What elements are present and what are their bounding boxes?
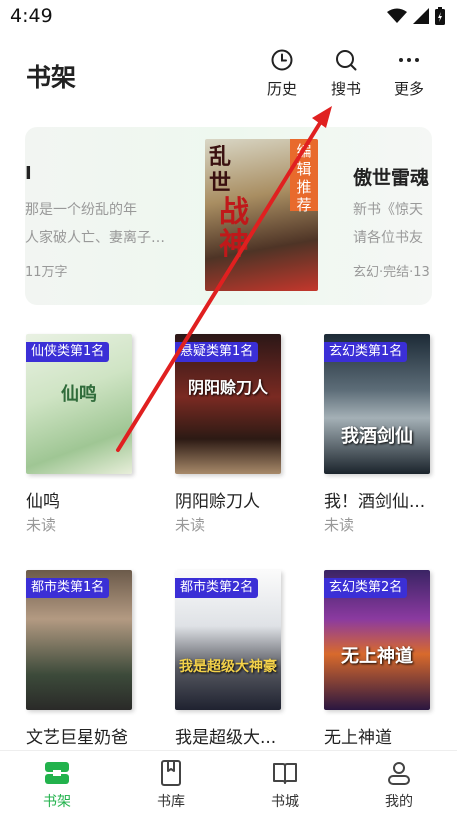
nav-bookcity[interactable]: 书城 bbox=[250, 759, 320, 811]
banner-left-book[interactable]: I 那是一个纷乱的年 人家破人亡、妻离子… 11万字 bbox=[25, 127, 185, 305]
status-time: 4:49 bbox=[10, 5, 53, 27]
banner-cover-title-top: 乱世 bbox=[209, 145, 232, 196]
banner-book-cover[interactable]: 乱世 战神 编辑推荐 bbox=[205, 139, 318, 291]
library-icon bbox=[161, 760, 181, 786]
nav-library-label: 书库 bbox=[157, 794, 185, 810]
banner-right-title: 傲世雷魂 bbox=[353, 167, 430, 189]
banner-right-desc-2: 请各位书友 bbox=[353, 230, 423, 246]
book-title: 文艺巨星奶爸 bbox=[26, 728, 128, 748]
editor-recommend-badge: 编辑推荐 bbox=[290, 139, 318, 214]
book-cover[interactable]: 仙侠类第1名 仙鸣 bbox=[26, 334, 132, 474]
book-title: 我！酒剑仙... bbox=[324, 492, 426, 512]
rank-badge: 都市类第1名 bbox=[26, 578, 110, 598]
banner-left-desc-1: 那是一个纷乱的年 bbox=[25, 202, 137, 218]
book-item[interactable]: 仙侠类第1名 仙鸣 仙鸣 未读 bbox=[26, 334, 136, 544]
banner-left-meta: 11万字 bbox=[25, 265, 68, 280]
nav-library[interactable]: 书库 bbox=[136, 759, 206, 811]
book-title: 仙鸣 bbox=[26, 492, 60, 512]
book-cover[interactable]: 玄幻类第2名 无上神道 bbox=[324, 570, 430, 710]
rank-badge: 仙侠类第1名 bbox=[26, 342, 110, 362]
rank-badge: 都市类第2名 bbox=[175, 578, 259, 598]
profile-icon bbox=[388, 762, 410, 785]
cover-title: 我是超级大神豪 bbox=[179, 659, 277, 675]
book-item[interactable]: 玄幻类第1名 我酒剑仙 我！酒剑仙... 未读 bbox=[324, 334, 434, 544]
cover-title: 我酒剑仙 bbox=[341, 426, 413, 447]
nav-bookshelf[interactable]: 书架 bbox=[22, 759, 92, 811]
book-item[interactable]: 都市类第1名 文艺巨星奶爸 bbox=[26, 570, 136, 780]
rank-badge: 悬疑类第1名 bbox=[175, 342, 259, 362]
status-icons bbox=[387, 7, 445, 25]
read-status: 未读 bbox=[324, 516, 355, 534]
book-cover[interactable]: 悬疑类第1名 阴阳赊刀人 bbox=[175, 334, 281, 474]
clock-icon bbox=[271, 49, 293, 71]
book-item[interactable]: 悬疑类第1名 阴阳赊刀人 阴阳赊刀人 未读 bbox=[175, 334, 285, 544]
book-title: 阴阳赊刀人 bbox=[175, 492, 260, 512]
banner-left-desc-2: 人家破人亡、妻离子… bbox=[25, 230, 165, 246]
more-label: 更多 bbox=[393, 80, 424, 98]
book-title: 我是超级大... bbox=[175, 728, 277, 748]
wifi-icon bbox=[387, 8, 407, 23]
search-icon bbox=[336, 50, 357, 71]
header: 书架 历史 搜书 更多 bbox=[0, 40, 457, 110]
more-icon bbox=[399, 58, 419, 62]
book-title: 无上神道 bbox=[324, 728, 392, 748]
search-book-label: 搜书 bbox=[330, 80, 361, 98]
banner-cover-title-bottom: 战神 bbox=[219, 195, 249, 262]
battery-icon bbox=[435, 7, 445, 25]
nav-bookshelf-label: 书架 bbox=[43, 794, 71, 810]
bookshelf-icon bbox=[45, 762, 69, 784]
nav-bookcity-label: 书城 bbox=[271, 794, 299, 810]
banner-right-meta: 玄幻·完结·13 bbox=[353, 265, 430, 280]
more-button[interactable]: 更多 bbox=[381, 48, 437, 106]
bookshelf-screen: 4:49 书架 历史 搜书 更多 I 那是一个纷乱的年 人家破人亡、妻离子… 1… bbox=[0, 0, 457, 814]
rank-badge: 玄幻类第1名 bbox=[324, 342, 408, 362]
banner-left-title: I bbox=[25, 163, 32, 184]
rank-badge: 玄幻类第2名 bbox=[324, 578, 408, 598]
banner-right-desc-1: 新书《惊天 bbox=[353, 202, 423, 218]
page-title: 书架 bbox=[26, 63, 77, 92]
search-book-button[interactable]: 搜书 bbox=[318, 48, 374, 106]
nav-profile-label: 我的 bbox=[385, 794, 413, 810]
cover-title: 无上神道 bbox=[341, 646, 413, 667]
signal-icon bbox=[413, 8, 429, 24]
bottom-nav: 书架 书库 书城 我的 bbox=[0, 751, 457, 814]
book-item[interactable]: 玄幻类第2名 无上神道 无上神道 bbox=[324, 570, 434, 780]
read-status: 未读 bbox=[175, 516, 206, 534]
book-cover[interactable]: 玄幻类第1名 我酒剑仙 bbox=[324, 334, 430, 474]
banner-right-book[interactable]: 傲世雷魂 新书《惊天 请各位书友 玄幻·完结·13 bbox=[353, 127, 432, 305]
nav-profile[interactable]: 我的 bbox=[364, 759, 434, 811]
bookcity-icon bbox=[273, 763, 297, 784]
cover-title: 阴阳赊刀人 bbox=[187, 378, 268, 397]
read-status: 未读 bbox=[26, 516, 57, 534]
status-bar: 4:49 bbox=[0, 0, 457, 34]
history-label: 历史 bbox=[266, 80, 297, 98]
book-item[interactable]: 都市类第2名 我是超级大神豪 我是超级大... bbox=[175, 570, 285, 780]
book-cover[interactable]: 都市类第2名 我是超级大神豪 bbox=[175, 570, 281, 710]
book-cover[interactable]: 都市类第1名 bbox=[26, 570, 132, 710]
cover-title: 仙鸣 bbox=[61, 384, 97, 405]
history-button[interactable]: 历史 bbox=[254, 48, 310, 106]
recommend-banner[interactable]: I 那是一个纷乱的年 人家破人亡、妻离子… 11万字 乱世 战神 编辑推荐 傲世… bbox=[25, 127, 432, 305]
